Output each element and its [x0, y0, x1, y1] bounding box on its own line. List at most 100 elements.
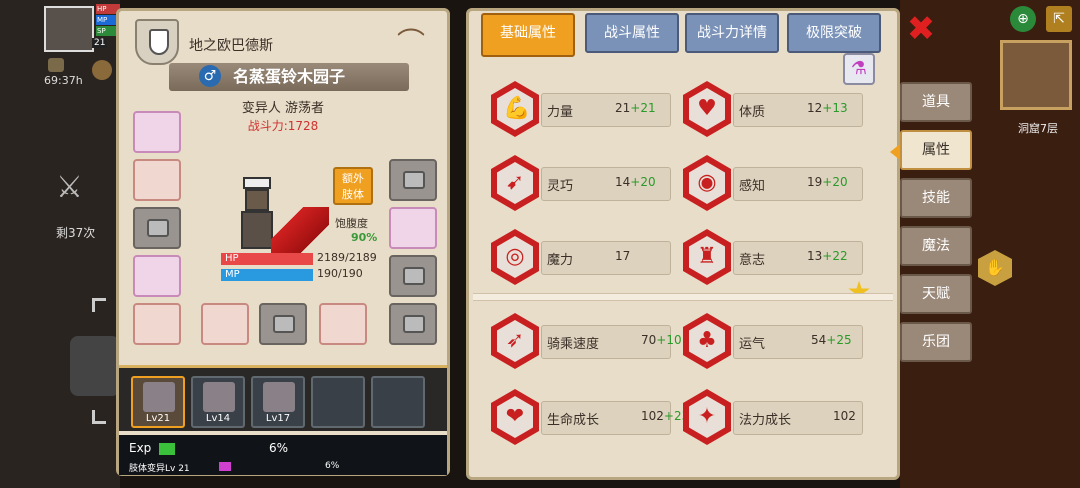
- minimap[interactable]: [1000, 40, 1072, 110]
- hero-hat: [243, 177, 271, 189]
- stat-value: 12+13: [807, 101, 848, 115]
- player-avatar[interactable]: [44, 6, 94, 52]
- equip-slot-bow[interactable]: [319, 303, 367, 345]
- stat-label: 力量: [547, 105, 574, 120]
- equip-slot-empty[interactable]: [389, 159, 437, 201]
- stat-strength[interactable]: 💪 力量 21+21: [491, 81, 671, 141]
- hero-head: [245, 189, 269, 211]
- exit-icon[interactable]: ⇱: [1046, 6, 1072, 32]
- stat-label: 意志: [739, 253, 766, 268]
- stat-constitution[interactable]: ♥ 体质 12+13: [683, 81, 863, 141]
- equip-slot-empty[interactable]: [133, 207, 181, 249]
- buff-icon[interactable]: [92, 60, 112, 80]
- weapon-sprite: [271, 207, 329, 257]
- clover-icon: ♣: [697, 328, 717, 353]
- character-title: 地之欧巴德斯: [189, 38, 273, 54]
- mana-icon: ✦: [697, 404, 717, 429]
- speed-icon: ➶: [505, 328, 525, 353]
- stat-value: 19+20: [807, 175, 848, 189]
- side-item-skills[interactable]: 技能: [900, 178, 972, 218]
- stat-luck[interactable]: ♣ 运气 54+25: [683, 313, 863, 373]
- stat-label: 生命成长: [547, 413, 600, 428]
- member-portrait: [263, 382, 295, 412]
- stat-value: 13+22: [807, 249, 848, 263]
- side-item-magic[interactable]: 魔法: [900, 226, 972, 266]
- tab-basic-attributes[interactable]: 基础属性: [481, 13, 575, 57]
- equip-slot-empty[interactable]: [259, 303, 307, 345]
- stat-riding-speed[interactable]: ➶ 骑乘速度 70+10: [491, 313, 682, 373]
- muscle-icon: 💪: [503, 96, 531, 121]
- team-slot-empty[interactable]: [311, 376, 365, 428]
- member-portrait: [143, 382, 175, 412]
- member-level: Lv21: [145, 413, 171, 424]
- exp-label: Exp: [129, 441, 152, 455]
- tab-combat-attributes[interactable]: 战斗属性: [585, 13, 679, 53]
- swirl-icon: ◎: [505, 244, 525, 269]
- stat-label: 感知: [739, 179, 766, 194]
- stat-value: 17: [615, 249, 631, 263]
- floor-label: 洞窟7层: [1018, 122, 1058, 135]
- stat-label: 法力成长: [739, 413, 792, 428]
- mp-bar: MP: [221, 269, 313, 281]
- title-crest-icon[interactable]: [135, 19, 179, 65]
- member-level: Lv14: [205, 413, 231, 424]
- stat-value: 102: [833, 409, 856, 423]
- side-item-attributes[interactable]: 属性: [900, 130, 972, 170]
- equip-slot-weapon[interactable]: [201, 303, 249, 345]
- stat-value: 54+25: [811, 333, 852, 347]
- dpad[interactable]: [70, 336, 120, 396]
- mutation-bar-fill: [219, 462, 231, 471]
- equip-slot-helmet[interactable]: [133, 111, 181, 153]
- hp-value: 2189/2189: [317, 251, 377, 264]
- dpad-down-icon[interactable]: [92, 410, 106, 424]
- tab-limit-break[interactable]: 极限突破: [787, 13, 881, 53]
- will-icon: ♜: [697, 244, 717, 269]
- player-level: 21: [92, 38, 108, 48]
- close-icon[interactable]: ✖: [904, 12, 938, 46]
- dpad-up-icon[interactable]: [92, 298, 106, 312]
- hp-bar: HP: [221, 253, 313, 265]
- network-icon[interactable]: ⊕: [1010, 6, 1036, 32]
- body-icon: ♥: [697, 96, 717, 121]
- member-portrait: [203, 382, 235, 412]
- equip-slot-amulet[interactable]: [133, 159, 181, 201]
- heart-icon: ❤: [505, 404, 525, 429]
- equip-slot-boots[interactable]: [133, 303, 181, 345]
- crossed-swords-icon[interactable]: ⚔: [56, 170, 83, 205]
- equip-slot-armor[interactable]: [133, 255, 181, 297]
- member-level: Lv17: [265, 413, 291, 424]
- team-slot-empty[interactable]: [371, 376, 425, 428]
- remaining-count: 剩37次: [56, 226, 96, 240]
- stat-dexterity[interactable]: ➹ 灵巧 14+20: [491, 155, 671, 215]
- stat-label: 骑乘速度: [547, 337, 600, 352]
- character-panel: 地之欧巴德斯 ⌒ 名蒸蛋铃木园子 ♂ 变异人 游荡者 战斗力:1728 额外 肢…: [116, 8, 450, 476]
- stat-value: 102+23: [641, 409, 690, 423]
- stat-perception[interactable]: ◉ 感知 19+20: [683, 155, 863, 215]
- tab-combat-power-detail[interactable]: 战斗力详情: [685, 13, 779, 53]
- stat-magic[interactable]: ◎ 魔力 17: [491, 229, 671, 289]
- stat-label: 体质: [739, 105, 766, 120]
- team-member[interactable]: Lv21: [131, 376, 185, 428]
- equip-slot-empty[interactable]: [389, 255, 437, 297]
- play-time: 69:37h: [44, 74, 83, 87]
- stat-will[interactable]: ♜ 意志 13+22: [683, 229, 863, 289]
- exp-percent: 6%: [269, 441, 289, 455]
- stat-mana-growth[interactable]: ✦ 法力成长 102: [683, 389, 863, 449]
- equip-slot-empty[interactable]: [389, 303, 437, 345]
- stat-value: 14+20: [615, 175, 656, 189]
- satiety-label: 饱腹度: [335, 217, 368, 230]
- stat-life-growth[interactable]: ❤ 生命成长 102+23: [491, 389, 689, 449]
- hanger-icon[interactable]: ⌒: [391, 23, 431, 63]
- team-strip: Lv21 Lv14 Lv17: [119, 365, 447, 431]
- stat-label: 运气: [739, 337, 766, 352]
- equip-slot-ring[interactable]: [389, 207, 437, 249]
- team-member[interactable]: Lv17: [251, 376, 305, 428]
- side-item-talent[interactable]: 天赋: [900, 274, 972, 314]
- extra-limb-badge[interactable]: 额外 肢体: [333, 167, 373, 205]
- hero-body: [241, 211, 273, 249]
- male-icon: ♂: [199, 65, 221, 87]
- team-member[interactable]: Lv14: [191, 376, 245, 428]
- side-item-items[interactable]: 道具: [900, 82, 972, 122]
- side-item-band[interactable]: 乐团: [900, 322, 972, 362]
- mutation-label: 肢体变异Lv 21: [129, 464, 190, 474]
